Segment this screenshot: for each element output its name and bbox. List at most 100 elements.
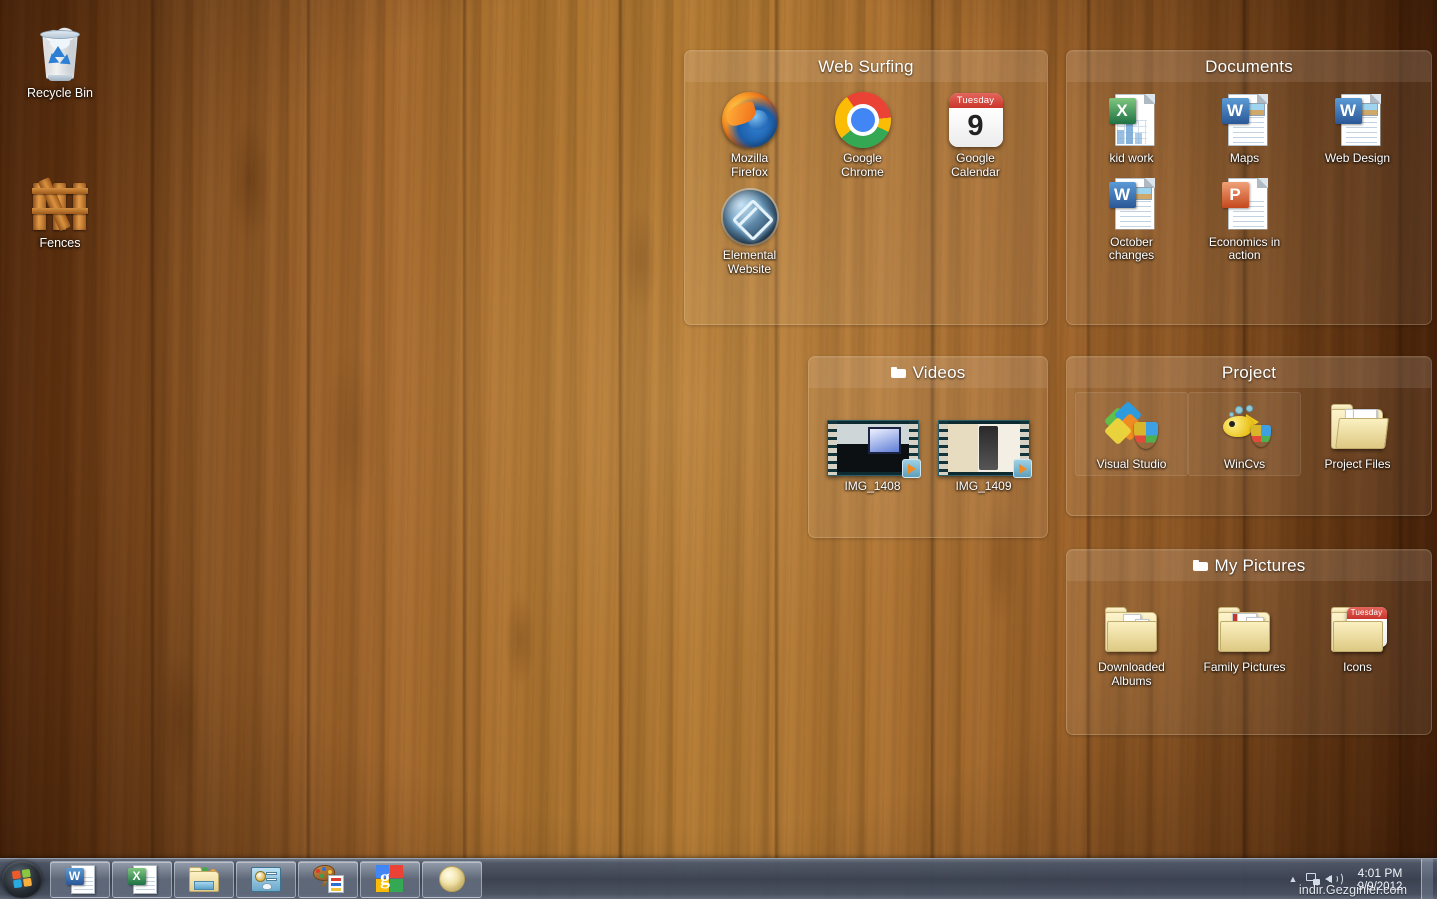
fence-items: IMG_1408 IMG_1409 <box>809 388 1047 506</box>
item-label-line1: Google <box>843 151 882 165</box>
yellow-ball-icon <box>439 866 465 892</box>
control-panel-taskbar-button[interactable] <box>236 860 296 898</box>
item-label-line1: Mozilla <box>730 151 769 165</box>
item-label-line1: Maps <box>1229 151 1260 165</box>
taskbar[interactable]: W X g ▲ 4:01 PM 9/9/2012 indir.Gezginler… <box>0 858 1437 899</box>
fence-title: Documents <box>1067 51 1431 82</box>
fence-item-visual-studio[interactable]: Visual Studio <box>1075 392 1188 476</box>
firefox-icon <box>695 91 804 149</box>
fence-item-mozilla-firefox[interactable]: Mozilla Firefox <box>693 86 806 183</box>
media-taskbar-button[interactable] <box>422 860 482 898</box>
fence-item-wincvs[interactable]: WinCvs <box>1188 392 1301 476</box>
google-taskbar-button[interactable]: g <box>360 860 420 898</box>
desktop-icon-fences[interactable]: Fences <box>5 168 115 250</box>
fence-item-web-design[interactable]: W Web Design <box>1301 86 1414 170</box>
word-icon: W <box>65 864 95 895</box>
fence-item-maps[interactable]: W Maps <box>1188 86 1301 170</box>
desktop-icon-label: Recycle Bin <box>27 86 93 100</box>
excel-taskbar-button[interactable]: X <box>112 860 172 898</box>
item-label-line1: Elemental <box>722 248 777 262</box>
word-document-icon: W <box>1190 91 1299 149</box>
fence-item-downloaded-albums[interactable]: Downloaded Albums <box>1075 595 1188 692</box>
fence-web-surfing[interactable]: Web Surfing Mozilla Firefox Google Chrom… <box>684 50 1048 325</box>
fence-items: X kid work W Maps W Web Design W October… <box>1067 82 1431 275</box>
item-label-line1: Downloaded <box>1098 660 1165 674</box>
item-label-line1: kid work <box>1109 151 1154 165</box>
folder-explorer-icon <box>188 866 220 892</box>
fence-item-economics-in-action[interactable]: P Economics in action <box>1188 170 1301 267</box>
fence-item-elemental-website[interactable]: Elemental Website <box>693 183 806 280</box>
wincvs-icon <box>1190 397 1299 455</box>
fence-items: Visual Studio WinCvs Project Files <box>1067 388 1431 484</box>
item-label-line1: October <box>1110 234 1153 249</box>
item-label-line1: WinCvs <box>1223 457 1266 471</box>
video-thumbnail-icon <box>933 419 1034 478</box>
item-label-line2: Website <box>727 261 772 276</box>
fence-documents[interactable]: Documents X kid work W Maps W Web Design… <box>1066 50 1432 325</box>
open-folder-icon <box>1303 397 1412 455</box>
start-button[interactable] <box>2 860 42 898</box>
item-label-line1: Icons <box>1343 660 1372 674</box>
item-label-line2: changes <box>1108 248 1155 262</box>
item-label-line2: Albums <box>1111 673 1152 688</box>
fence-title: My Pictures <box>1067 550 1431 581</box>
fence-item-family-pictures[interactable]: Family Pictures <box>1188 595 1301 692</box>
item-label-line1: Visual Studio <box>1096 457 1167 471</box>
fence-item-google-chrome[interactable]: Google Chrome <box>806 86 919 183</box>
calendar-day: 9 <box>948 108 1003 147</box>
desktop-icon-label: Fences <box>39 236 81 250</box>
chrome-icon <box>808 91 917 149</box>
paint-taskbar-button[interactable] <box>298 860 358 898</box>
fences-icon <box>5 168 115 232</box>
item-label-line1: Google <box>956 151 995 165</box>
paint-icon <box>312 865 344 893</box>
item-label-line1: Family Pictures <box>1203 660 1286 674</box>
control-panel-icon <box>251 866 281 892</box>
network-icon[interactable] <box>1303 859 1323 899</box>
excel-document-icon: X <box>1077 91 1186 149</box>
video-thumbnail-icon <box>822 419 923 478</box>
word-taskbar-button[interactable]: W <box>50 860 110 898</box>
fence-item-img-1409[interactable]: IMG_1409 <box>931 414 1036 498</box>
item-label-line1: Economics in <box>1208 234 1281 249</box>
clock-date: 9/9/2012 <box>1357 880 1403 893</box>
fence-items: Mozilla Firefox Google Chrome Tuesday 9 … <box>685 82 1047 288</box>
calendar-weekday: Tuesday <box>948 93 1003 108</box>
explorer-taskbar-button[interactable] <box>174 860 234 898</box>
fence-item-icons[interactable]: Tuesday 9 Icons <box>1301 595 1414 692</box>
fence-project[interactable]: Project Visual Studio WinCvs Project Fil… <box>1066 356 1432 516</box>
folder-icon <box>1190 600 1299 658</box>
show-desktop-button[interactable] <box>1421 858 1433 899</box>
fence-item-img-1408[interactable]: IMG_1408 <box>820 414 925 498</box>
fence-item-kid-work[interactable]: X kid work <box>1075 86 1188 170</box>
fence-title-text: My Pictures <box>1214 556 1306 575</box>
powerpoint-document-icon: P <box>1190 175 1299 233</box>
fence-title: Videos <box>809 357 1047 388</box>
folder-icon <box>1077 600 1186 658</box>
elemental-website-icon <box>695 188 804 246</box>
recycle-bin-icon <box>5 18 115 81</box>
calendar-weekday: Tuesday <box>1346 607 1387 619</box>
word-document-icon: W <box>1303 91 1412 149</box>
fence-title: Web Surfing <box>685 51 1047 82</box>
fence-videos[interactable]: Videos IMG_1408 IMG_1409 <box>808 356 1048 538</box>
google-icon: g <box>376 865 404 893</box>
desktop-icon-recycle-bin[interactable]: Recycle Bin <box>5 18 115 100</box>
fence-my-pictures[interactable]: My Pictures Downloaded Albums Family Pic… <box>1066 549 1432 735</box>
visual-studio-icon <box>1077 397 1186 455</box>
folder-icon: Tuesday 9 <box>1303 600 1412 658</box>
fence-item-october-changes[interactable]: W October changes <box>1075 170 1188 267</box>
play-icon <box>1012 459 1032 478</box>
item-label-line2: Calendar <box>951 164 1000 179</box>
clock[interactable]: 4:01 PM 9/9/2012 <box>1343 865 1417 894</box>
item-label-line1: Project Files <box>1324 457 1391 471</box>
fence-item-google-calendar[interactable]: Tuesday 9 Google Calendar <box>919 86 1032 183</box>
volume-icon[interactable] <box>1323 859 1343 899</box>
item-label-line2: Firefox <box>731 164 768 179</box>
item-label-line1: IMG_1408 <box>844 479 901 493</box>
show-hidden-icons-button[interactable]: ▲ <box>1283 874 1303 884</box>
fence-title-text: Videos <box>912 363 966 382</box>
item-label-line2: Chrome <box>841 164 884 179</box>
fence-item-project-files[interactable]: Project Files <box>1301 392 1414 476</box>
excel-icon: X <box>127 864 157 895</box>
